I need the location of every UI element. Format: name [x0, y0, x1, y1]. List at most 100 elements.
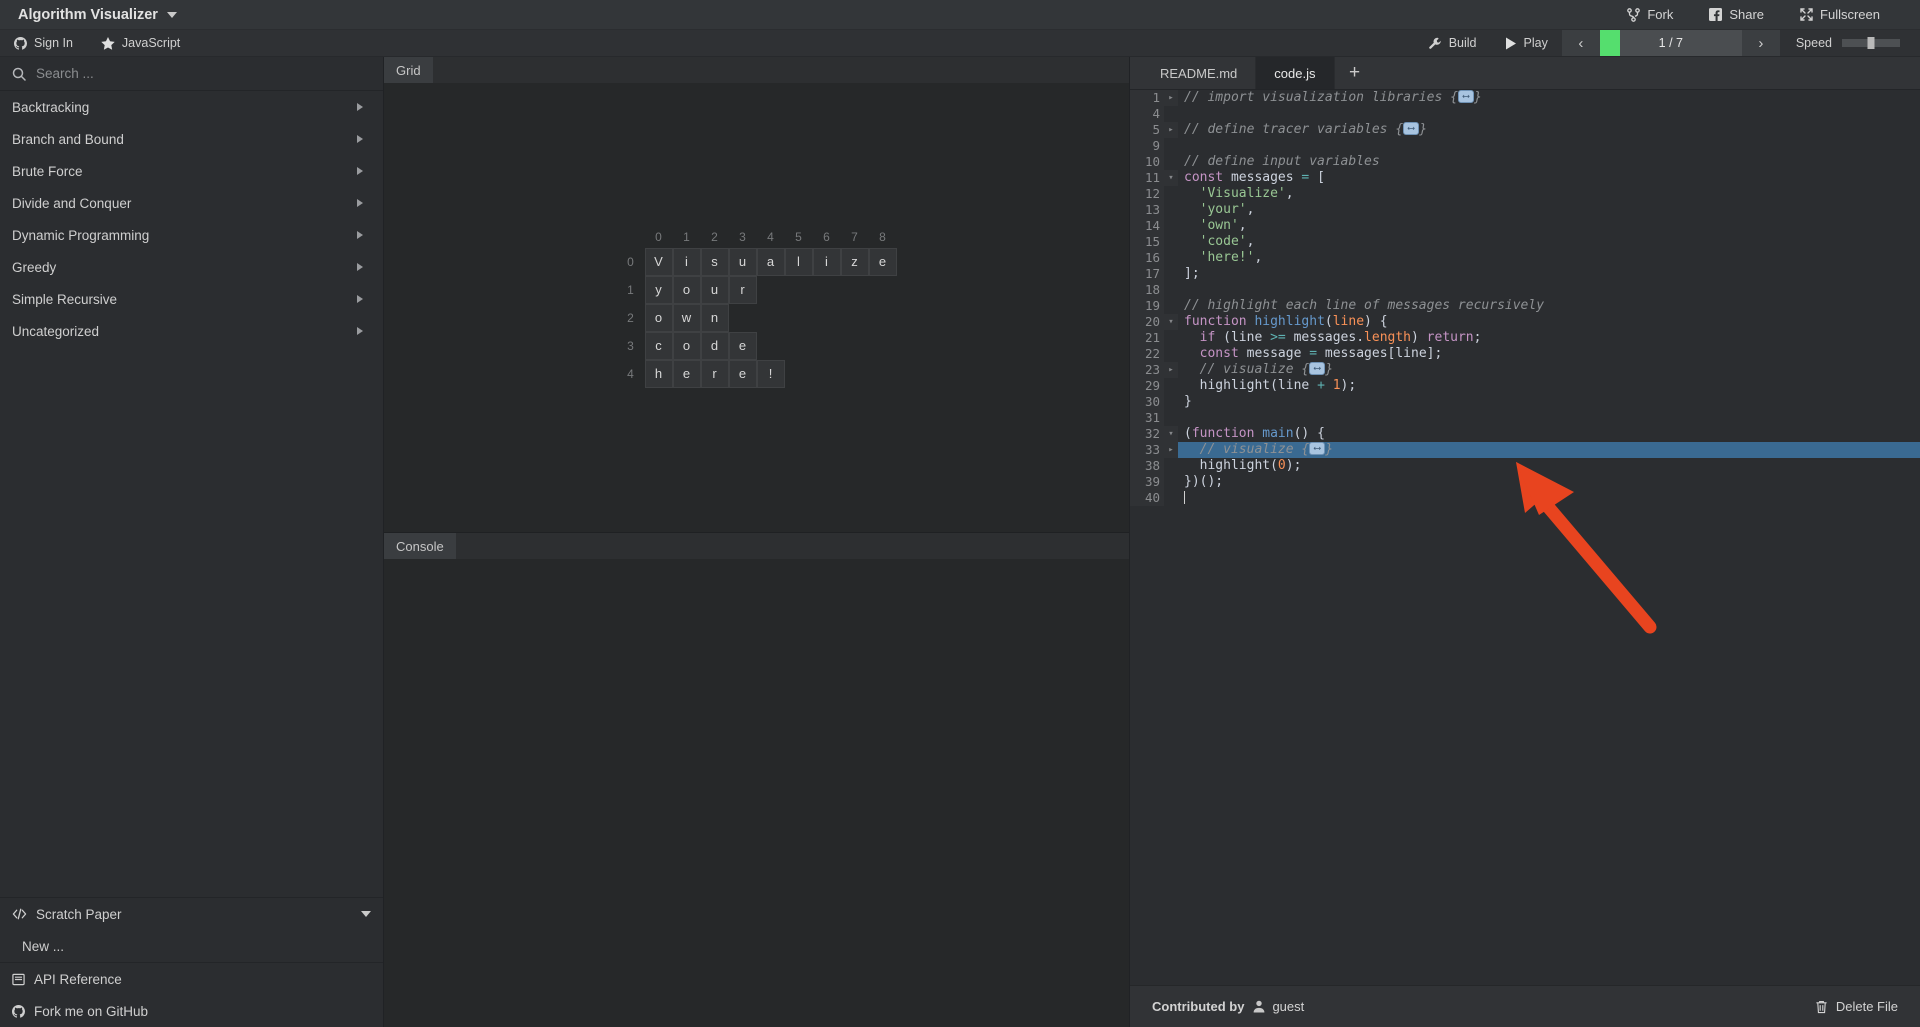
- code-line-12[interactable]: 12 'Visualize',: [1130, 186, 1920, 202]
- tab-code-js[interactable]: code.js: [1256, 57, 1335, 89]
- code-line-16[interactable]: 16 'here!',: [1130, 250, 1920, 266]
- sidebar-item-simple-recursive[interactable]: Simple Recursive: [0, 283, 383, 315]
- speed-slider-thumb[interactable]: [1867, 37, 1875, 49]
- next-step-button[interactable]: ›: [1741, 30, 1780, 56]
- sidebar-item-brute-force[interactable]: Brute Force: [0, 155, 383, 187]
- folded-code-widget[interactable]: ⟷: [1309, 362, 1326, 375]
- code-token: }: [1325, 362, 1334, 377]
- progress-bar[interactable]: 1 / 7: [1599, 30, 1742, 56]
- fold-toggle-icon[interactable]: ▾: [1164, 314, 1178, 330]
- code-line-18[interactable]: 18: [1130, 282, 1920, 298]
- sign-in-button[interactable]: Sign In: [0, 30, 87, 56]
- code-line-19[interactable]: 19 // highlight each line of messages rec…: [1130, 298, 1920, 314]
- code-line-1[interactable]: 1 ▸// import visualization libraries {⟷}: [1130, 90, 1920, 106]
- grid-rows: 0 Vi s u a l i z e 1 y o u r 2 o w n 3 c o d e 4 h e r e!: [617, 247, 897, 388]
- line-number: 21: [1130, 330, 1164, 346]
- tab-grid[interactable]: Grid: [384, 57, 433, 83]
- fold-toggle-icon[interactable]: ▸: [1164, 442, 1178, 458]
- scratch-paper-new[interactable]: New ...: [0, 930, 383, 962]
- code-line-9[interactable]: 9: [1130, 138, 1920, 154]
- code-text: }: [1178, 394, 1920, 410]
- grid-row: 4 h e r e!: [617, 359, 897, 388]
- code-line-5[interactable]: 5 ▸// define tracer variables {⟷}: [1130, 122, 1920, 138]
- code-line-32[interactable]: 32 ▾ (function main() {: [1130, 426, 1920, 442]
- code-line-17[interactable]: 17];: [1130, 266, 1920, 282]
- code-line-4[interactable]: 4: [1130, 106, 1920, 122]
- sidebar-item-uncategorized[interactable]: Uncategorized: [0, 315, 383, 347]
- grid-row-header: 1: [627, 282, 634, 297]
- fold-toggle-icon[interactable]: ▸: [1164, 90, 1178, 106]
- folded-code-widget[interactable]: ⟷: [1403, 122, 1420, 135]
- code-line-11[interactable]: 11 ▾ const messages = [: [1130, 170, 1920, 186]
- folded-code-widget[interactable]: ⟷: [1309, 442, 1326, 455]
- editor-statusbar: Contributed by guest Delete File: [1130, 985, 1920, 1027]
- code-line-33[interactable]: 33 ▸ // visualize {⟷}: [1130, 442, 1920, 458]
- fold-toggle-icon[interactable]: ▾: [1164, 426, 1178, 442]
- code-token: ,: [1238, 218, 1247, 233]
- code-token: ];: [1184, 266, 1200, 281]
- grid-cell: r: [700, 359, 729, 388]
- grid-cell-empty: [757, 332, 785, 360]
- code-line-22[interactable]: 22 const message = messages[line];: [1130, 346, 1920, 362]
- search-input[interactable]: [36, 66, 371, 81]
- facebook-share-icon: [1709, 8, 1723, 21]
- code-line-14[interactable]: 14 'own',: [1130, 218, 1920, 234]
- code-line-10[interactable]: 10 // define input variables: [1130, 154, 1920, 170]
- sidebar-item-backtracking[interactable]: Backtracking: [0, 91, 383, 123]
- code-line-31[interactable]: 31: [1130, 410, 1920, 426]
- sidebar-item-divide-and-conquer[interactable]: Divide and Conquer: [0, 187, 383, 219]
- code-line-20[interactable]: 20 ▾ function highlight(line) {: [1130, 314, 1920, 330]
- code-line-29[interactable]: 29 highlight(line + 1);: [1130, 378, 1920, 394]
- code-editor[interactable]: 1 ▸// import visualization libraries {⟷} 4…: [1130, 90, 1920, 985]
- tab-console[interactable]: Console: [384, 533, 456, 559]
- fold-toggle-icon[interactable]: ▸: [1164, 122, 1178, 138]
- speed-slider[interactable]: [1842, 37, 1900, 49]
- folded-code-widget[interactable]: ⟷: [1457, 90, 1474, 103]
- code-token: (line: [1215, 330, 1271, 345]
- sidebar-footer: Scratch Paper New ... API Reference Fork…: [0, 897, 383, 1027]
- delete-file-button[interactable]: Delete File: [1815, 999, 1898, 1014]
- toolbar-right: Build Play ‹ 1 / 7 › Speed: [1415, 30, 1920, 56]
- language-selector[interactable]: JavaScript: [87, 30, 194, 56]
- play-button[interactable]: Play: [1491, 30, 1562, 56]
- build-button[interactable]: Build: [1415, 30, 1491, 56]
- code-line-38[interactable]: 38 highlight(0);: [1130, 458, 1920, 474]
- page-title: Algorithm Visualizer: [18, 6, 158, 23]
- fold-toggle-icon[interactable]: ▾: [1164, 170, 1178, 186]
- code-line-21[interactable]: 21 if (line >= messages.length) return;: [1130, 330, 1920, 346]
- grid-cell-empty: [869, 276, 897, 304]
- prev-step-button[interactable]: ‹: [1561, 30, 1600, 56]
- grid-cell: i: [812, 247, 841, 276]
- code-line-39[interactable]: 39})();: [1130, 474, 1920, 490]
- sidebar-item-scratch-paper[interactable]: Scratch Paper: [0, 898, 383, 930]
- fork-button[interactable]: Fork: [1609, 0, 1691, 29]
- add-file-button[interactable]: +: [1335, 57, 1375, 89]
- line-number: 15: [1130, 234, 1164, 250]
- api-reference-link[interactable]: API Reference: [0, 963, 383, 995]
- code-line-15[interactable]: 15 'code',: [1130, 234, 1920, 250]
- tab-readme-md[interactable]: README.md: [1142, 57, 1257, 89]
- chevron-right-icon: [357, 231, 363, 239]
- line-number: 13: [1130, 202, 1164, 218]
- code-token: const: [1199, 346, 1239, 361]
- sidebar-item-dynamic-programming[interactable]: Dynamic Programming: [0, 219, 383, 251]
- sidebar-item-greedy[interactable]: Greedy: [0, 251, 383, 283]
- code-line-13[interactable]: 13 'your',: [1130, 202, 1920, 218]
- tab-console-label: Console: [396, 538, 444, 554]
- grid-cell: r: [728, 275, 757, 304]
- share-button[interactable]: Share: [1691, 0, 1782, 29]
- fold-toggle-icon[interactable]: ▸: [1164, 362, 1178, 378]
- code-line-30[interactable]: 30}: [1130, 394, 1920, 410]
- code-line-40[interactable]: 40: [1130, 490, 1920, 506]
- grid-cell: i: [672, 247, 701, 276]
- sidebar-item-branch-and-bound[interactable]: Branch and Bound: [0, 123, 383, 155]
- grid-cell-empty: [785, 332, 813, 360]
- github-icon: [12, 1004, 25, 1018]
- grid-cell-empty: [757, 304, 785, 332]
- fork-on-github-link[interactable]: Fork me on GitHub: [0, 995, 383, 1027]
- code-line-23[interactable]: 23 ▸ // visualize {⟷}: [1130, 362, 1920, 378]
- app-title-menu[interactable]: Algorithm Visualizer: [0, 0, 195, 29]
- fullscreen-button[interactable]: Fullscreen: [1782, 0, 1898, 29]
- code-token: () {: [1293, 426, 1325, 441]
- grid-cell: e: [728, 359, 757, 388]
